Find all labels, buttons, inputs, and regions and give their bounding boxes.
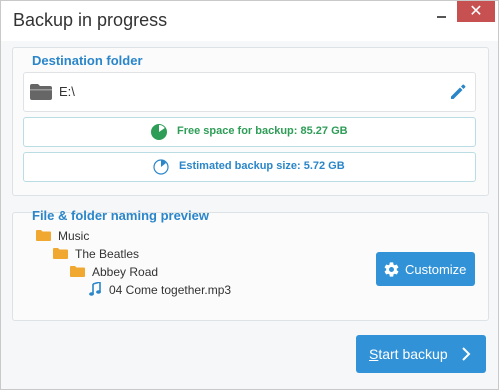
free-space-box: Free space for backup: 85.27 GB [23, 117, 476, 147]
estimated-size-text: Estimated backup size: 5.72 GB [179, 160, 345, 172]
destination-path: E:\ [59, 84, 75, 99]
title-bar: Backup in progress ✕ [1, 1, 498, 41]
pie-chart-icon [153, 159, 169, 175]
close-icon: ✕ [469, 3, 483, 20]
folder-icon [36, 230, 51, 241]
start-backup-label: Start backup [369, 346, 448, 362]
tree-item-label: Abbey Road [92, 265, 159, 279]
tree-item-label: 04 Come together.mp3 [109, 283, 232, 297]
close-button[interactable]: ✕ [457, 1, 495, 22]
minimize-button[interactable] [431, 5, 453, 25]
tree-item-label: Music [58, 229, 90, 243]
folder-icon [53, 248, 68, 259]
customize-label: Customize [405, 262, 467, 277]
pie-chart-icon [151, 124, 167, 140]
free-space-text: Free space for backup: 85.27 GB [177, 125, 348, 137]
chevron-right-icon [462, 347, 471, 361]
gear-icon [384, 262, 399, 277]
pencil-icon[interactable] [448, 82, 468, 102]
window-title: Backup in progress [13, 10, 168, 30]
music-note-icon [89, 282, 101, 296]
tree-item-label: The Beatles [75, 247, 140, 261]
folder-icon [30, 84, 52, 100]
customize-button[interactable]: Customize [376, 252, 475, 286]
destination-folder-row: E:\ [23, 72, 476, 112]
backup-window: Backup in progress ✕ Destination folder … [0, 0, 499, 390]
start-backup-button[interactable]: Start backup [356, 335, 486, 373]
folder-icon [70, 266, 85, 277]
estimated-size-box: Estimated backup size: 5.72 GB [23, 152, 476, 182]
naming-preview-title: File & folder naming preview [32, 208, 209, 223]
destination-title: Destination folder [32, 53, 143, 68]
